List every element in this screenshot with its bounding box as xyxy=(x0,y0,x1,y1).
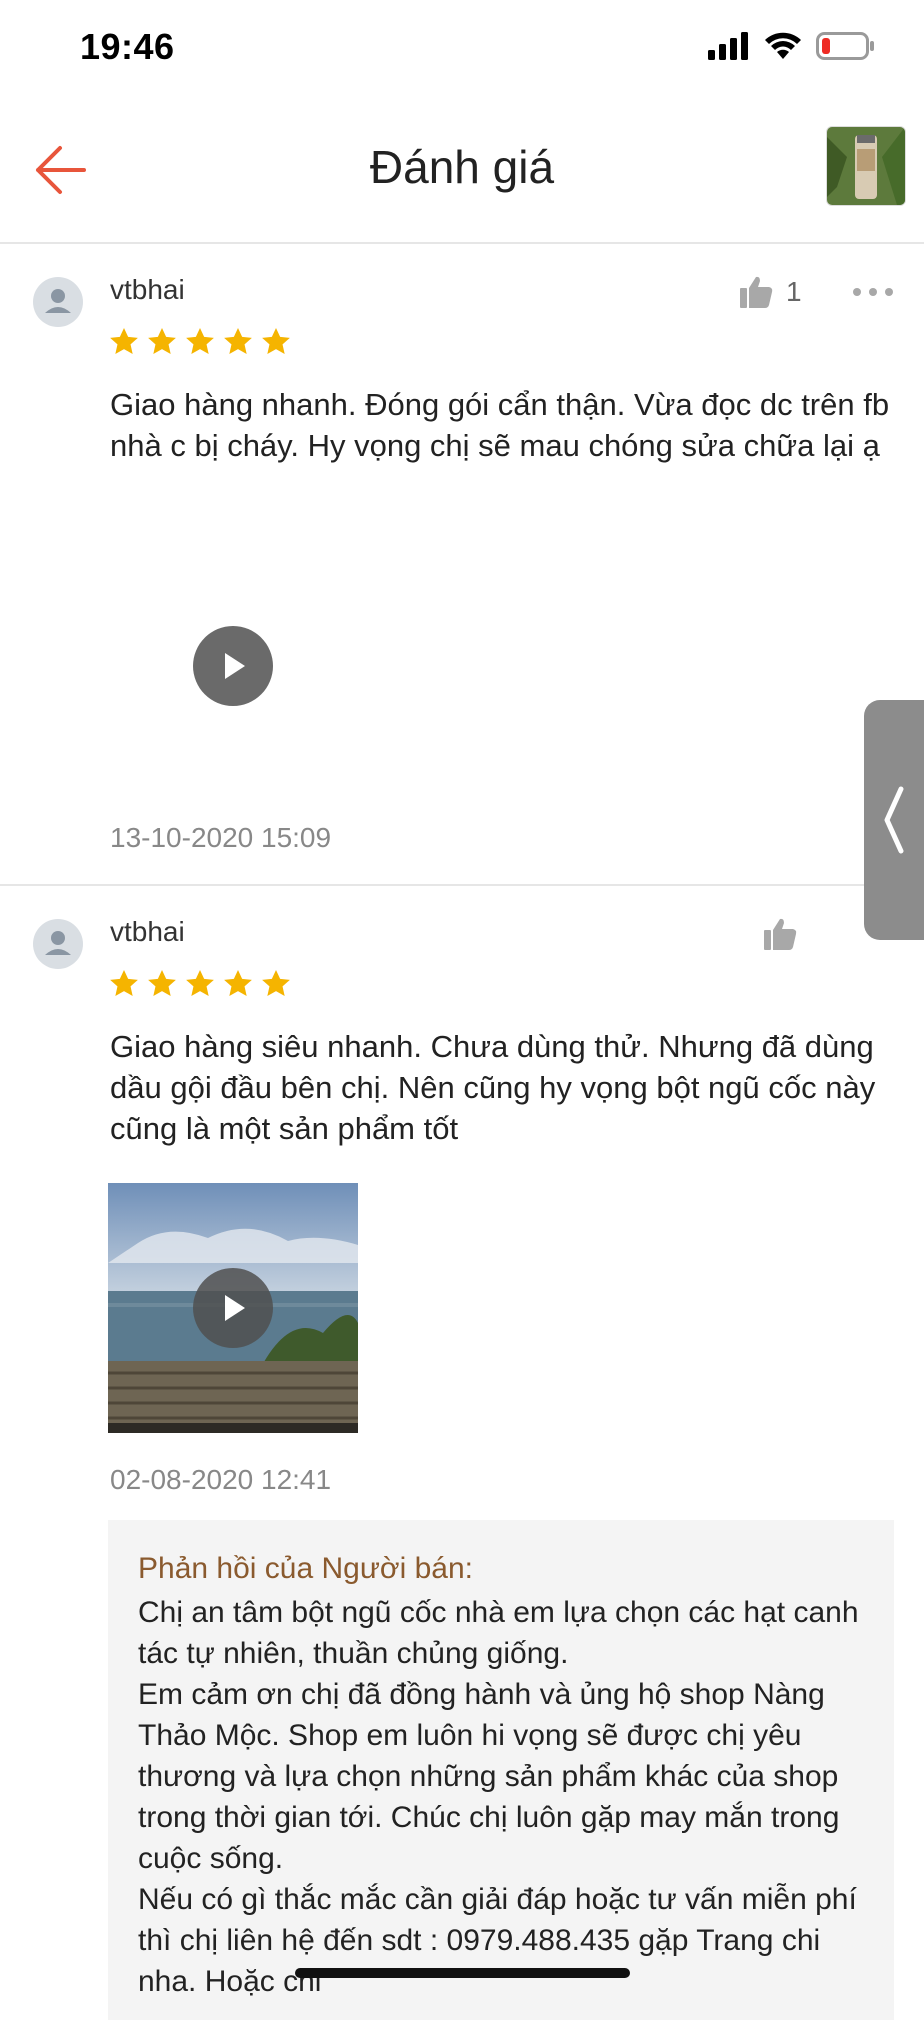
star-icon xyxy=(148,970,176,996)
avatar xyxy=(33,919,83,969)
star-icon xyxy=(224,970,252,996)
star-icon xyxy=(110,328,138,354)
star-icon xyxy=(110,970,138,996)
more-options-button[interactable] xyxy=(852,284,894,302)
star-icon xyxy=(186,970,214,996)
seller-reply-line: Nếu có gì thắc mắc cần giải đáp hoặc tư … xyxy=(138,1883,857,1998)
seller-reply-title: Phản hồi của Người bán: xyxy=(138,1552,473,1585)
seller-reply-body: Chị an tâm bột ngũ cốc nhà em lựa chọn c… xyxy=(138,1592,878,2002)
review-text: Giao hàng siêu nhanh. Chưa dùng thử. Như… xyxy=(110,1029,876,1146)
like-button[interactable]: 1 xyxy=(738,274,802,310)
avatar xyxy=(33,277,83,327)
wifi-icon xyxy=(765,32,801,59)
product-thumbnail[interactable] xyxy=(826,126,906,206)
home-indicator xyxy=(295,1968,630,1978)
thumbs-up-icon xyxy=(764,918,797,950)
star-icon xyxy=(224,328,252,354)
nav-bar: Đánh giá xyxy=(0,100,924,244)
like-count: 1 xyxy=(786,276,802,307)
star-icon xyxy=(262,970,290,996)
review-item: vtbhai Giao hàng siêu nhanh. Chưa dùng t… xyxy=(0,886,924,2020)
play-icon xyxy=(225,1295,245,1321)
seller-reply: Phản hồi của Người bán: Chị an tâm bột n… xyxy=(108,1520,894,2020)
review-item: vtbhai 1 Giao hàng nhanh. Đóng gói cẩn t… xyxy=(0,244,924,886)
star-icon xyxy=(186,328,214,354)
video-play-button[interactable] xyxy=(193,626,273,706)
seller-reply-line: Chị an tâm bột ngũ cốc nhà em lựa chọn c… xyxy=(138,1596,859,1670)
play-icon xyxy=(225,653,245,679)
like-button[interactable] xyxy=(762,916,798,952)
star-icon xyxy=(148,328,176,354)
thumbs-up-icon xyxy=(740,276,773,308)
review-date: 02-08-2020 12:41 xyxy=(110,1464,332,1495)
more-dots-icon xyxy=(853,288,893,296)
video-play-button[interactable] xyxy=(193,1268,273,1348)
chevron-left-icon xyxy=(884,786,904,854)
status-bar: 19:46 xyxy=(0,0,924,100)
star-icon xyxy=(262,328,290,354)
status-icons xyxy=(708,32,874,60)
signal-icon xyxy=(708,32,748,60)
seller-reply-line: Em cảm ơn chị đã đồng hành và ủng hộ sho… xyxy=(138,1678,840,1875)
reviewer-name: vtbhai xyxy=(110,916,185,947)
star-rating xyxy=(108,326,292,358)
review-date: 13-10-2020 15:09 xyxy=(110,822,332,853)
status-time: 19:46 xyxy=(80,26,175,67)
review-text: Giao hàng nhanh. Đóng gói cẩn thận. Vừa … xyxy=(110,387,890,463)
star-rating xyxy=(108,968,292,1000)
page-title: Đánh giá xyxy=(369,141,555,193)
battery-low-icon xyxy=(816,32,874,60)
side-drawer-tab[interactable] xyxy=(864,700,924,940)
reviewer-name: vtbhai xyxy=(110,274,185,305)
